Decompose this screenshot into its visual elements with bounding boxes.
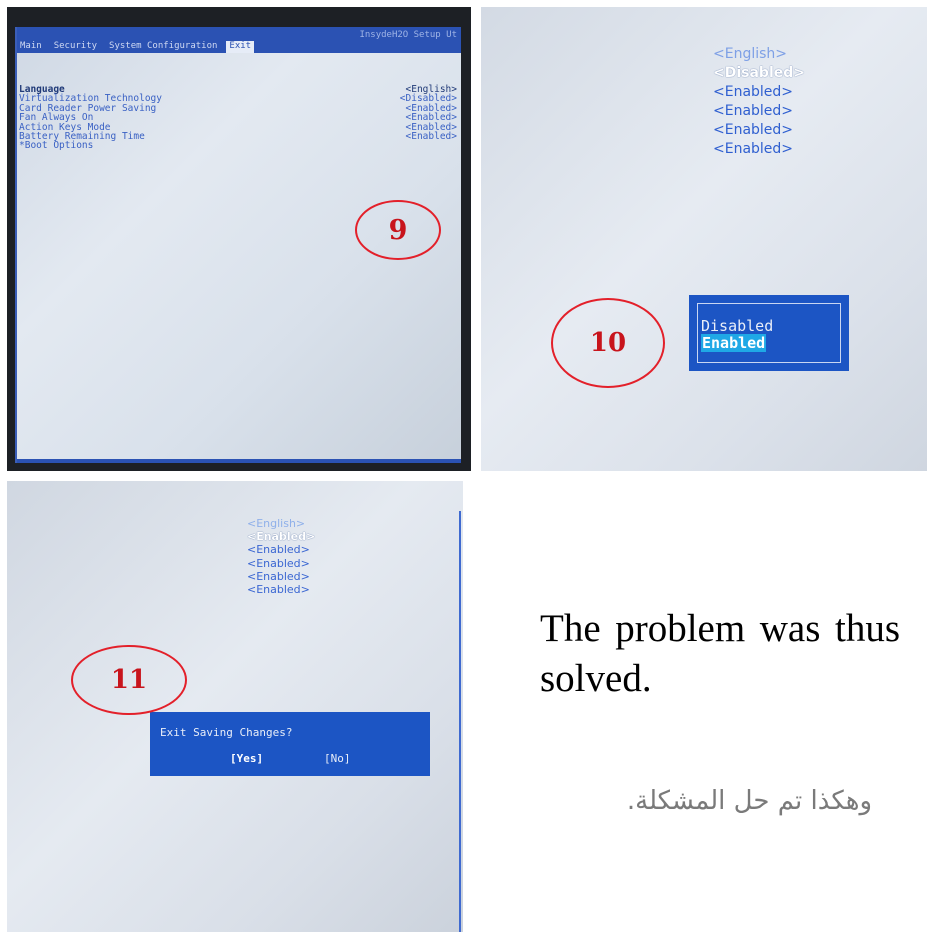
option-disabled[interactable]: Disabled: [701, 317, 773, 335]
exit-dialog: Exit Saving Changes? [Yes] [No]: [150, 712, 430, 776]
bios-header: InsydeH2O Setup Ut Main Security System …: [17, 27, 461, 53]
setting-values-column: <English> <Enabled> <Enabled> <Enabled> …: [247, 517, 315, 596]
setting-value: <Enabled>: [247, 556, 310, 570]
photo-step-9: InsydeH2O Setup Ut Main Security System …: [7, 7, 471, 471]
bios-tab-security[interactable]: Security: [51, 41, 100, 53]
setting-value: <Enabled>: [713, 122, 794, 138]
setting-value-selected[interactable]: <Disabled>: [713, 64, 805, 83]
setting-value: <Enabled>: [713, 141, 794, 157]
bios-tabs: Main Security System Configuration Exit: [17, 41, 255, 53]
option-enabled[interactable]: Enabled: [701, 334, 767, 352]
setting-row[interactable]: *Boot Options: [19, 140, 459, 152]
yes-button[interactable]: [Yes]: [230, 752, 263, 765]
setting-value: <English>: [247, 517, 306, 530]
step-marker-11: 11: [71, 645, 187, 715]
setting-value: <Enabled>: [247, 543, 310, 557]
setting-value: <Enabled>: [713, 103, 794, 119]
setting-value: <Enabled>: [713, 84, 794, 100]
setting-value: <Enabled>: [247, 583, 310, 597]
photo-step-10: <English> <Disabled> <Enabled> <Enabled>…: [481, 7, 927, 471]
bios-settings-list: Language <English> Virtualization Technol…: [19, 85, 459, 151]
bios-frame-edge: [459, 511, 461, 932]
caption-arabic: وهكذا تم حل المشكلة.: [626, 786, 872, 816]
option-popup: Disabled Enabled: [689, 295, 849, 371]
setting-label: *Boot Options: [19, 140, 94, 152]
step-marker-9: 9: [355, 200, 441, 260]
setting-values-column: <English> <Disabled> <Enabled> <Enabled>…: [713, 45, 805, 159]
bios-footer: [17, 459, 461, 463]
setting-value: <Enabled>: [405, 131, 457, 143]
exit-dialog-message: Exit Saving Changes?: [160, 726, 293, 739]
bios-tab-main[interactable]: Main: [17, 41, 45, 53]
photo-step-11: <English> <Enabled> <Enabled> <Enabled> …: [7, 481, 463, 932]
setting-value-selected: <Enabled>: [247, 530, 316, 544]
bios-tab-exit[interactable]: Exit: [226, 41, 255, 53]
setting-value: <English>: [713, 46, 788, 62]
setting-value: <Enabled>: [247, 569, 310, 583]
step-marker-10: 10: [551, 298, 665, 388]
bios-vendor: InsydeH2O Setup Ut: [359, 30, 457, 40]
no-button[interactable]: [No]: [324, 752, 351, 765]
bios-tab-system-configuration[interactable]: System Configuration: [106, 41, 220, 53]
caption-english: The problem was thus solved.: [540, 607, 900, 700]
